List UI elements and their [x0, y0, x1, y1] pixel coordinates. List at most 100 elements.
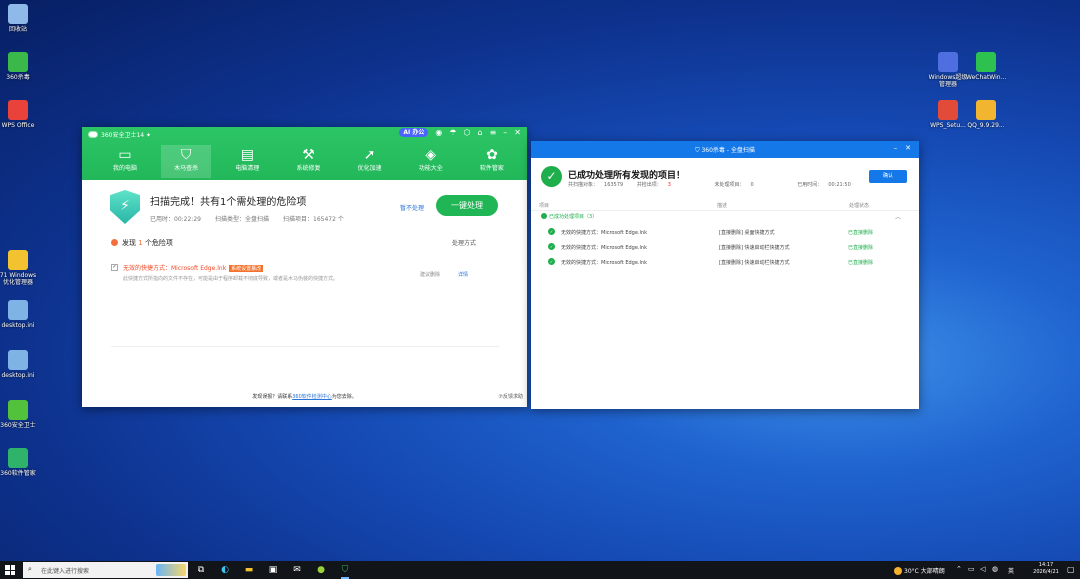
desktop-icon-label: WPS Office — [1, 122, 35, 129]
table-row[interactable]: ✓ 无效的快捷方式：Microsoft Edge.lnk [直接删除] 桌面快捷方式… — [548, 226, 908, 240]
plugin-icon[interactable]: ◉ — [435, 128, 442, 137]
shirt-icon[interactable]: ⌂ — [478, 128, 483, 137]
task-view-icon[interactable]: ⧉ — [195, 564, 207, 576]
table-row[interactable]: ✓ 无效的快捷方式：Microsoft Edge.lnk [直接删除] 快速启动栏快… — [548, 256, 908, 270]
desktop-icon[interactable]: Windows超级管理器 — [928, 52, 968, 88]
software-center-link[interactable]: 360软件检测中心 — [292, 394, 332, 400]
ai-office-button[interactable]: AI 办公 — [399, 128, 429, 137]
scanned-objects-label: 共扫描对象： — [568, 182, 599, 188]
360-antivirus-icon[interactable]: ⛉ — [339, 564, 351, 579]
menu-icon[interactable]: ≡ — [490, 128, 497, 137]
row-status: 已直接删除 — [848, 260, 874, 266]
store-icon[interactable]: ▣ — [267, 564, 279, 576]
desktop-icon[interactable]: 360软件管家 — [0, 448, 38, 477]
check-icon: ✓ — [548, 243, 555, 250]
risk-item-action-select[interactable]: 建议删除 — [420, 271, 440, 278]
weather-widget[interactable]: 30°C 大部晴朗 — [894, 566, 945, 575]
desktop-icon[interactable]: 71 Windows 优化管理器 — [0, 250, 38, 286]
feedback-link[interactable]: ⑦反馈求助 — [499, 393, 523, 400]
umbrella-icon[interactable]: ☂ — [449, 128, 456, 137]
desktop-icon[interactable]: desktop.ini — [0, 300, 38, 329]
nav-item[interactable]: ▤ 电脑清理 — [222, 145, 272, 178]
found-count: 1 — [138, 239, 143, 247]
clock-time: 14:17 — [1038, 562, 1054, 568]
scanned-objects-value: 163579 — [604, 182, 624, 188]
desktop-icon-label: desktop.ini — [1, 322, 35, 329]
desktop-icon[interactable]: desktop.ini — [0, 350, 38, 379]
360-security-window: 360安全卫士14 ✦ AI 办公 ◉ ☂ ⬡ ⌂ ≡ – ✕ ▭ 我的电脑 ⛉ 木马… — [82, 127, 527, 407]
processed-group-header[interactable]: 已成功处理项目（3） — [541, 213, 597, 220]
network-icon[interactable]: ▭ — [968, 565, 975, 573]
minimize-icon[interactable]: – — [894, 144, 898, 152]
nav-item[interactable]: ◈ 功能大全 — [406, 145, 456, 178]
time-value: 00:21:50 — [828, 182, 851, 188]
threats-label: 共检出项： — [636, 182, 662, 188]
row-status: 已直接删除 — [848, 245, 874, 251]
start-button[interactable] — [5, 565, 15, 575]
desktop-icon[interactable]: QQ_9.9.29... — [966, 100, 1006, 129]
main-nav: ▭ 我的电脑 ⛉ 木马查杀 ▤ 电脑清理 ⚒ 系统修复 ➚ 优化加速 ◈ 功能大全 ✿ 软件管家 — [100, 145, 517, 178]
app-icon — [938, 100, 958, 120]
fix-all-button[interactable]: 一键处理 — [436, 195, 498, 216]
desktop-icon[interactable]: 回收站 — [0, 4, 38, 33]
minimize-icon[interactable]: – — [503, 128, 507, 137]
desktop-icon[interactable]: WeChatWin... — [966, 52, 1006, 81]
app-icon — [8, 300, 28, 320]
result-table-header: 项目 描述 处理状态 — [531, 200, 919, 211]
app-icon — [8, 448, 28, 468]
nav-item[interactable]: ⛉ 木马查杀 — [161, 145, 212, 178]
threats-value: 3 — [667, 182, 671, 188]
360-tray-icon[interactable]: ◍ — [992, 565, 998, 573]
taskbar-search[interactable]: ⌕ 在此键入进行搜索 — [23, 562, 188, 578]
skin-icon[interactable]: ⬡ — [464, 128, 471, 137]
360-logo-icon — [88, 131, 98, 138]
chevron-up-icon[interactable]: ︿ — [895, 212, 901, 221]
scan-stats: 已用时：00:22:29 扫描类型：全盘扫描 扫描项目：165472 个 — [150, 214, 344, 223]
row-name: 无效的快捷方式：Microsoft Edge.lnk — [561, 230, 647, 236]
desktop-icon[interactable]: WPS_Setu... — [928, 100, 968, 129]
risk-item-detail-link[interactable]: 详情 — [458, 271, 468, 278]
nav-item[interactable]: ➚ 优化加速 — [345, 145, 395, 178]
desktop-icon[interactable]: WPS Office — [0, 100, 38, 129]
found-prefix: 发现 — [122, 239, 136, 247]
nav-item[interactable]: ✿ 软件管家 — [467, 145, 517, 178]
table-row[interactable]: ✓ 无效的快捷方式：Microsoft Edge.lnk [直接删除] 快速启动栏快… — [548, 241, 908, 255]
notification-icon[interactable]: ▢ — [1067, 565, 1075, 574]
close-icon[interactable]: ✕ — [905, 144, 911, 152]
confirm-button[interactable]: 确认 — [869, 170, 907, 183]
app-icon — [8, 400, 28, 420]
edge-icon[interactable]: ◐ — [219, 564, 231, 576]
show-hidden-icons-icon[interactable]: ⌃ — [956, 565, 962, 573]
file-explorer-icon[interactable]: ▬ — [243, 564, 255, 576]
input-method-indicator[interactable]: 英 — [1008, 566, 1014, 575]
row-method: [直接删除] 桌面快捷方式 — [719, 230, 775, 236]
nav-icon: ⛉ — [180, 147, 192, 163]
desktop-icon-label: desktop.ini — [1, 372, 35, 379]
mail-icon[interactable]: ✉ — [291, 564, 303, 576]
divider — [111, 346, 499, 347]
ignore-link[interactable]: 暂不处理 — [400, 203, 424, 212]
found-suffix: 个危险项 — [144, 239, 173, 247]
app-icon — [8, 250, 28, 270]
nav-icon: ◈ — [425, 147, 437, 163]
processed-group-label: 已成功处理项目（3） — [549, 214, 598, 220]
risk-section-header: 发现 1 个危险项 处理方式 — [111, 238, 501, 248]
scan-summary: ⚡ 扫描完成！共有1个需处理的危险项 已用时：00:22:29 扫描类型：全盘扫… — [110, 190, 344, 224]
sun-icon — [894, 567, 902, 575]
clock[interactable]: 14:17 2026/4/21 — [1028, 562, 1064, 576]
360-browser-icon[interactable]: ● — [315, 564, 327, 576]
close-icon[interactable]: ✕ — [514, 128, 521, 137]
scan-type-label: 扫描类型： — [214, 216, 245, 223]
check-icon: ✓ — [548, 228, 555, 235]
result-heading: 已成功处理所有发现的项目！ — [568, 171, 686, 181]
scan-title: 扫描完成！共有1个需处理的危险项 — [150, 197, 307, 208]
desktop-icon[interactable]: 360安全卫士 — [0, 400, 38, 429]
nav-item[interactable]: ⚒ 系统修复 — [283, 145, 333, 178]
desktop-icon[interactable]: 360杀毒 — [0, 52, 38, 81]
result-window-title: ⛉ 360杀毒 - 全盘扫描 — [531, 145, 919, 155]
nav-label: 电脑清理 — [235, 165, 260, 172]
nav-item[interactable]: ▭ 我的电脑 — [100, 145, 150, 178]
volume-icon[interactable]: ◁ — [980, 565, 985, 573]
risk-item-checkbox[interactable]: ✓ — [111, 264, 118, 271]
taskbar: ⌕ 在此键入进行搜索 ⧉ ◐ ▬ ▣ ✉ ● ⛉ 30°C 大部晴朗 ⌃ ▭ ◁… — [0, 561, 1080, 579]
